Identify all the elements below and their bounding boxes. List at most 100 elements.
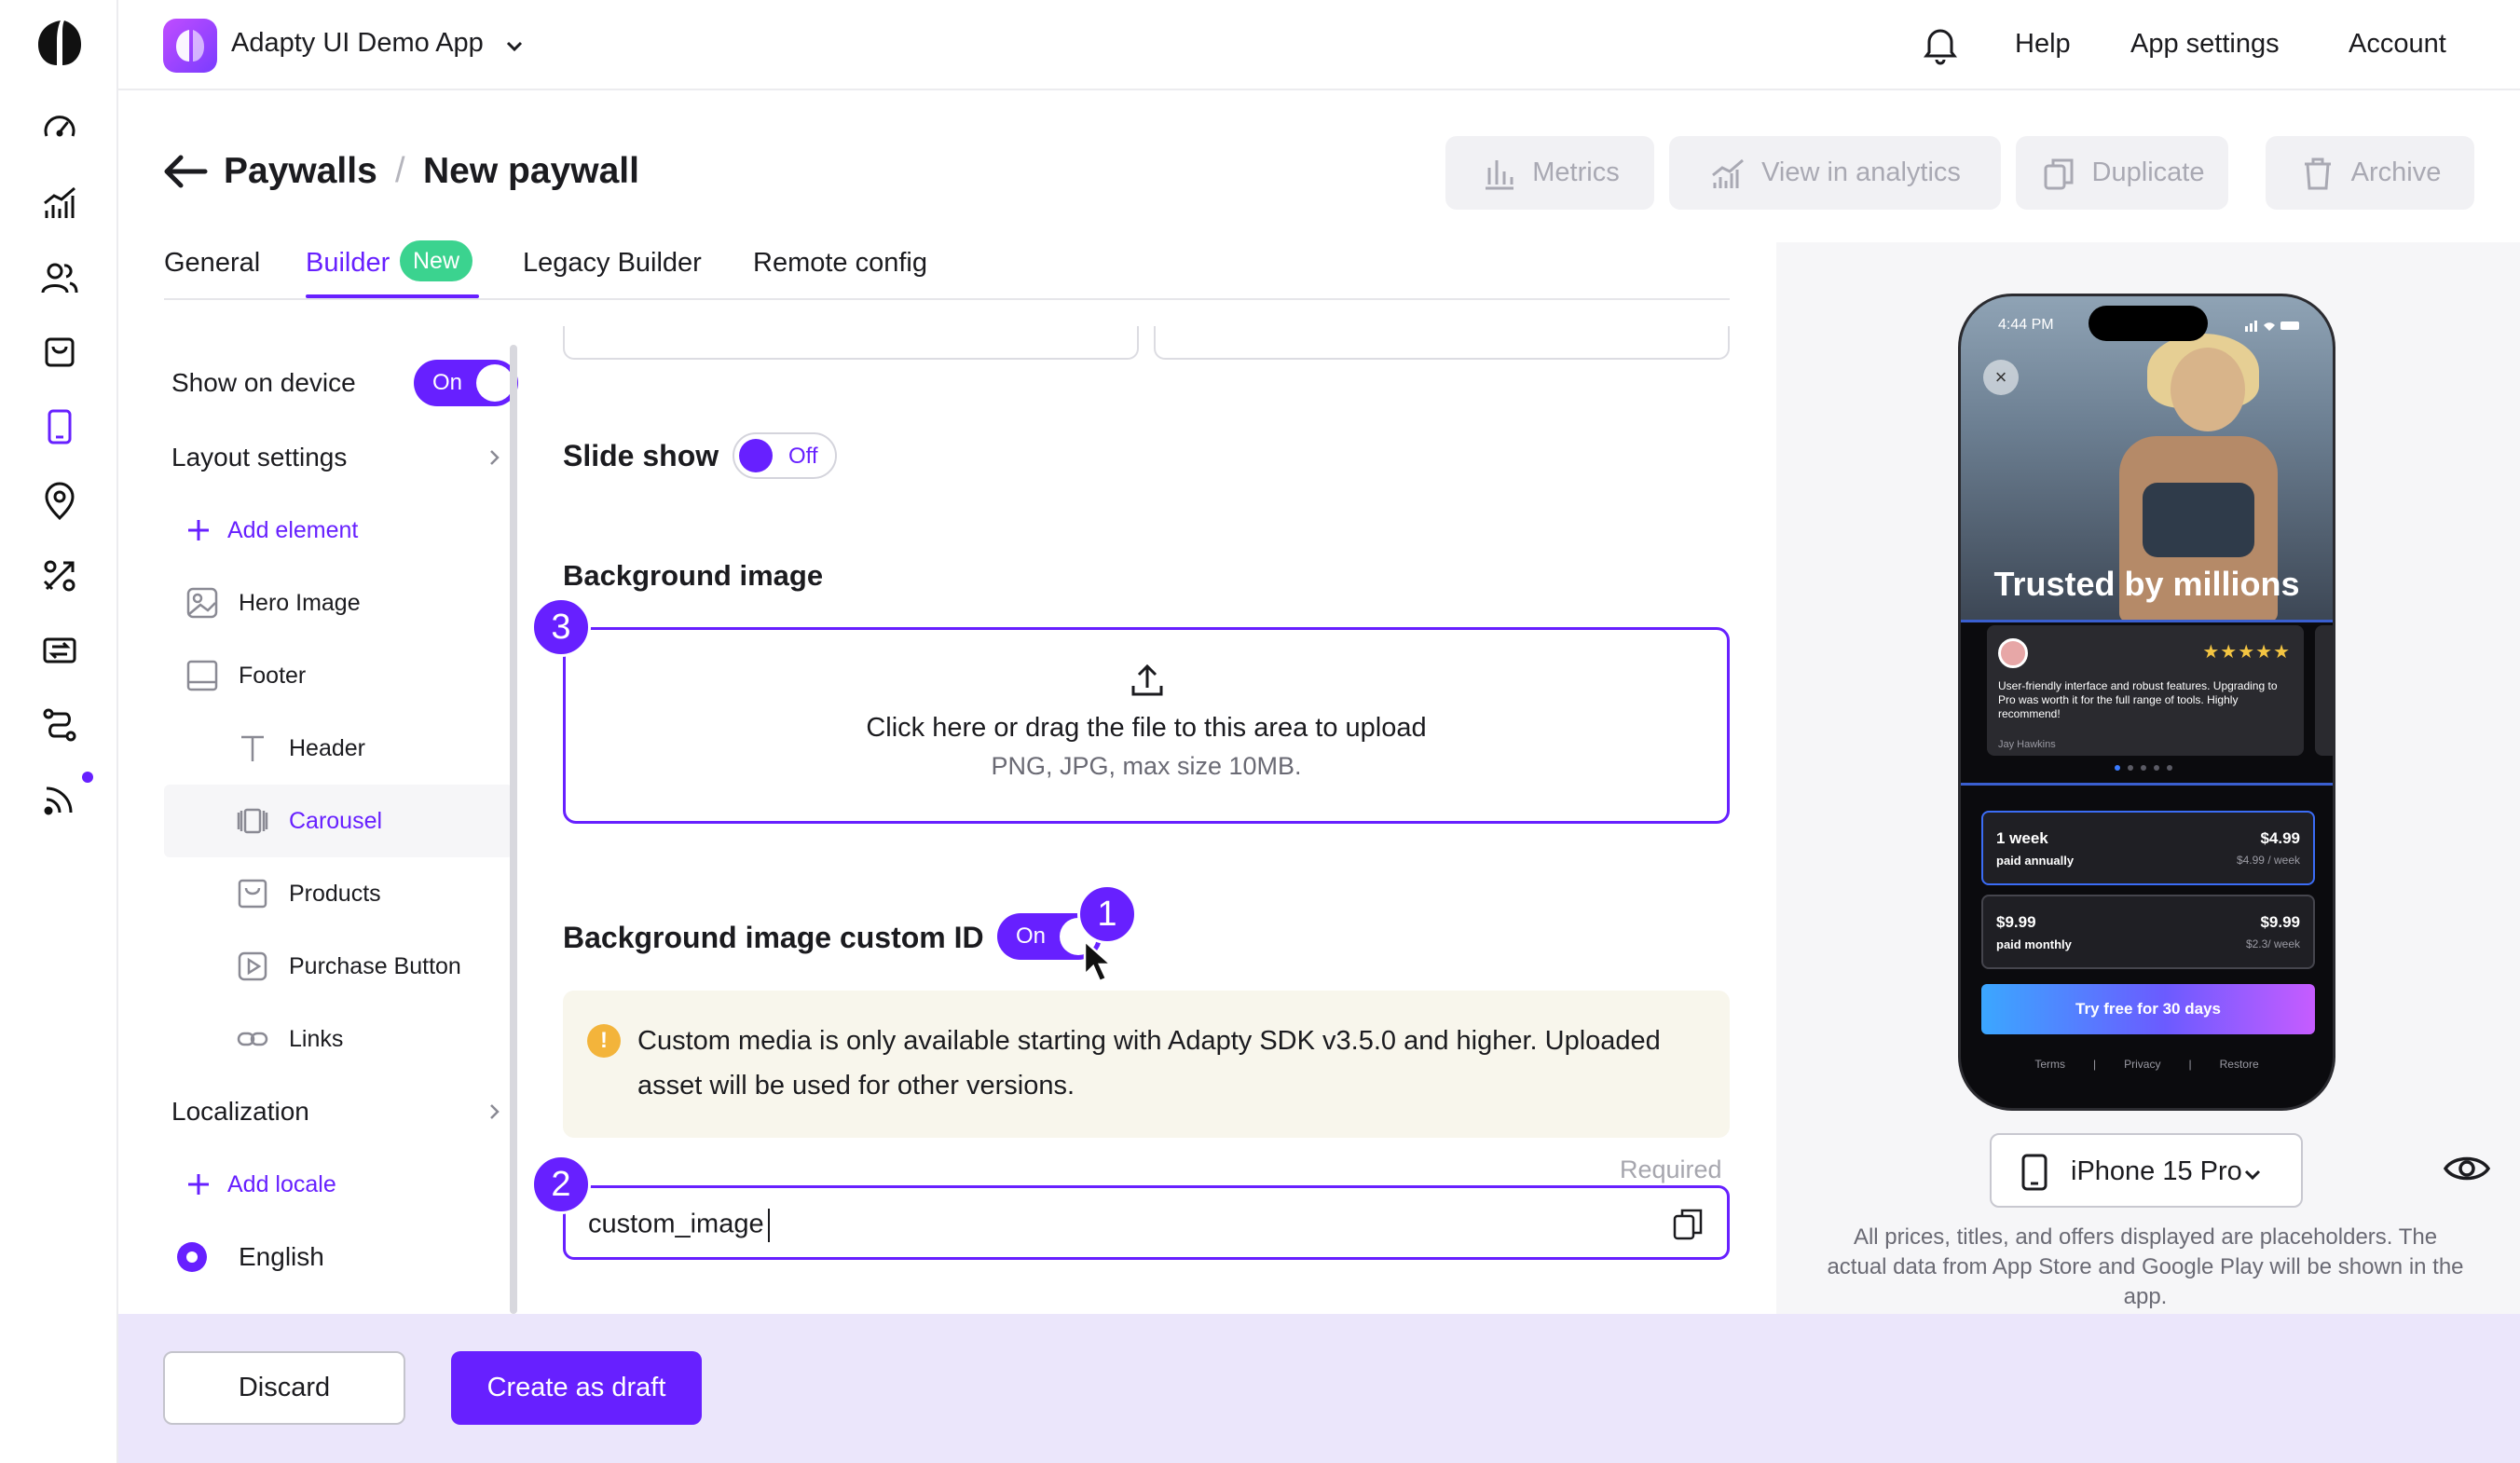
tree-item-purchase-button[interactable]: Purchase Button <box>235 934 513 999</box>
feed-icon[interactable] <box>35 775 84 824</box>
adapty-logo[interactable] <box>36 19 83 67</box>
custom-id-label: Background image custom ID <box>563 921 984 954</box>
layout-settings-row[interactable]: Layout settings <box>171 425 513 490</box>
background-image-label: Background image <box>563 559 824 592</box>
chevron-right-icon <box>490 1104 500 1119</box>
sdk-notice: ! Custom media is only available startin… <box>563 991 1730 1138</box>
flows-icon[interactable] <box>35 701 84 749</box>
upload-icon <box>1131 663 1163 696</box>
tree-item-footer[interactable]: Footer <box>185 643 533 708</box>
radio-selected-icon <box>177 1242 207 1272</box>
image-icon <box>185 585 220 621</box>
bar-chart-icon <box>1486 159 1514 189</box>
eye-icon[interactable] <box>2443 1150 2491 1187</box>
chevron-down-icon <box>2244 1169 2261 1181</box>
product-option: $9.99 paid monthly $9.99 $2.3/ week <box>1981 895 2315 969</box>
archive-button[interactable]: Archive <box>2266 136 2474 210</box>
duplicate-button[interactable]: Duplicate <box>2016 136 2228 210</box>
bell-icon[interactable] <box>1919 22 1962 65</box>
tree-item-carousel[interactable]: Carousel <box>164 785 513 857</box>
element-tree: Show on device On Layout settings Add el… <box>164 345 518 1314</box>
product-option: 1 week paid annually $4.99 $4.99 / week <box>1981 811 2315 885</box>
link-icon <box>235 1021 270 1057</box>
step-badge-1: 1 <box>1077 884 1137 944</box>
add-locale-link[interactable]: Add locale <box>185 1152 533 1217</box>
placements-icon[interactable] <box>35 477 84 526</box>
show-on-device-toggle[interactable]: On <box>414 360 518 406</box>
integrations-icon[interactable] <box>35 626 84 675</box>
back-arrow-icon[interactable] <box>162 153 209 190</box>
review-author: Jay Hawkins <box>1998 739 2056 750</box>
account-link[interactable]: Account <box>2349 29 2446 60</box>
bottom-action-bar: Discard Create as draft <box>118 1314 2520 1463</box>
background-image-dropzone[interactable]: Click here or drag the file to this area… <box>563 627 1730 824</box>
step-badge-2: 2 <box>531 1155 591 1214</box>
users-icon[interactable] <box>35 253 84 302</box>
breadcrumb-separator: / <box>395 151 405 190</box>
phone-headline: Trusted by millions <box>1993 565 2300 603</box>
metrics-button[interactable]: Metrics <box>1445 136 1654 210</box>
copy-icon[interactable] <box>1669 1205 1706 1242</box>
phone-preview: 4:44 PM × Trusted by millions ★★★★★ User… <box>1958 294 2335 1111</box>
phone-cta-button: Try free for 30 days <box>1981 984 2315 1034</box>
bag-icon <box>235 876 270 911</box>
help-link[interactable]: Help <box>2015 29 2071 60</box>
toggle-knob <box>739 439 773 472</box>
breadcrumb-paywalls[interactable]: Paywalls <box>224 151 377 192</box>
phone-clock: 4:44 PM <box>1998 317 2054 333</box>
slide-show-label: Slide show <box>563 439 719 472</box>
paywalls-icon[interactable] <box>35 403 84 451</box>
text-caret <box>767 1209 770 1242</box>
icon-rail <box>0 0 118 1463</box>
app-name[interactable]: Adapty UI Demo App <box>231 28 484 59</box>
device-select[interactable]: iPhone 15 Pro <box>1990 1133 2303 1208</box>
tree-scrollbar[interactable] <box>510 345 517 1314</box>
top-bar: Adapty UI Demo App Help App settings Acc… <box>118 0 2520 90</box>
ab-tests-icon[interactable] <box>35 552 84 600</box>
text-icon <box>235 731 270 766</box>
create-as-draft-button[interactable]: Create as draft <box>451 1351 702 1425</box>
custom-id-input[interactable]: custom_image <box>563 1185 1730 1260</box>
rating-stars: ★★★★★ <box>2202 642 2291 663</box>
app-settings-link[interactable]: App settings <box>2130 29 2280 60</box>
partial-input-right[interactable] <box>1154 326 1730 360</box>
dynamic-island <box>2089 306 2208 341</box>
status-icons <box>2245 321 2299 332</box>
view-in-analytics-button[interactable]: View in analytics <box>1669 136 2001 210</box>
copy-icon <box>2044 158 2074 189</box>
tab-builder[interactable]: Builder <box>306 248 390 279</box>
dashboard-icon[interactable] <box>35 104 84 153</box>
carousel-icon <box>235 803 270 839</box>
tab-remote-config[interactable]: Remote config <box>753 248 927 279</box>
tree-item-hero-image[interactable]: Hero Image <box>185 570 533 636</box>
analytics-icon[interactable] <box>35 179 84 227</box>
preview-disclaimer: All prices, titles, and offers displayed… <box>1827 1224 2464 1309</box>
required-hint: Required <box>1620 1155 1722 1183</box>
plus-icon <box>188 520 209 540</box>
notification-dot <box>82 772 93 783</box>
tab-legacy-builder[interactable]: Legacy Builder <box>523 248 702 279</box>
upload-constraints: PNG, JPG, max size 10MB. <box>991 752 1302 780</box>
products-icon[interactable] <box>35 328 84 376</box>
trash-icon <box>2304 157 2331 189</box>
sdk-notice-text: Custom media is only available starting … <box>637 1026 1661 1101</box>
app-icon[interactable] <box>163 19 217 73</box>
toggle-knob <box>476 364 514 402</box>
partial-input-left[interactable] <box>563 326 1139 360</box>
tree-item-header[interactable]: Header <box>235 716 513 781</box>
warning-icon: ! <box>587 1024 621 1058</box>
add-element-link[interactable]: Add element <box>185 498 533 563</box>
tree-item-links[interactable]: Links <box>235 1006 513 1072</box>
chevron-down-icon[interactable] <box>502 34 527 58</box>
tree-item-products[interactable]: Products <box>235 861 513 926</box>
localization-row[interactable]: Localization <box>171 1079 513 1144</box>
close-icon[interactable]: × <box>1983 360 2019 395</box>
new-badge: New <box>400 240 473 281</box>
tab-bar: General Builder New Legacy Builder Remot… <box>164 240 1730 300</box>
tab-general[interactable]: General <box>164 248 260 279</box>
discard-button[interactable]: Discard <box>163 1351 405 1425</box>
slide-show-toggle[interactable]: Off <box>733 432 837 479</box>
active-tab-indicator <box>306 294 479 298</box>
footer-icon <box>185 658 220 693</box>
locale-english[interactable]: English <box>164 1224 513 1290</box>
